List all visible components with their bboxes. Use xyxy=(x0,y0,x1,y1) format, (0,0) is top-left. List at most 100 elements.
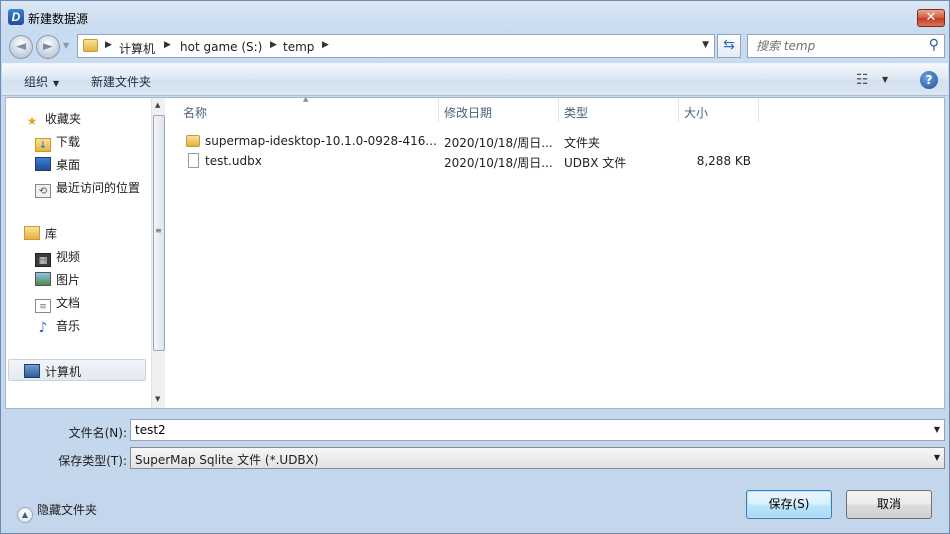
browser-area: ★ 收藏夹 ↓ 下载 桌面 ⟲ 最近访问的位置 库 ▦ 视频 图片 ≡ 文档 ♪… xyxy=(5,95,945,409)
refresh-button[interactable]: ⇆ xyxy=(717,34,741,58)
picture-icon xyxy=(35,272,51,286)
file-size: 8,288 KB xyxy=(696,154,751,168)
recent-pages-dropdown-icon[interactable]: ▼ xyxy=(63,41,69,50)
sidebar-item-videos[interactable]: ▦ 视频 xyxy=(35,248,80,267)
save-dialog: D 新建数据源 ✕ ◄ ► ▼ ▶ 计算机 ▶ hot game (S:) ▶ … xyxy=(0,0,950,534)
column-header-size[interactable]: 大小 xyxy=(684,104,708,121)
sidebar-item-downloads[interactable]: ↓ 下载 xyxy=(35,133,80,152)
scroll-up-icon[interactable]: ▲ xyxy=(155,101,160,109)
search-input[interactable] xyxy=(748,35,918,57)
view-options-icon[interactable]: ☷ xyxy=(856,72,869,88)
sidebar-item-label: 收藏夹 xyxy=(45,112,82,126)
app-icon: D xyxy=(8,9,24,25)
column-header-modified[interactable]: 修改日期 xyxy=(444,104,492,121)
file-type: UDBX 文件 xyxy=(564,156,627,170)
chevron-down-icon[interactable]: ▼ xyxy=(934,453,940,462)
help-icon[interactable]: ? xyxy=(920,71,938,89)
back-button[interactable]: ◄ xyxy=(9,35,33,59)
sidebar-item-pictures[interactable]: 图片 xyxy=(35,271,80,288)
cancel-button[interactable]: 取消 xyxy=(846,490,932,519)
sidebar-item-recent-places[interactable]: ⟲ 最近访问的位置 xyxy=(35,179,140,198)
navigation-pane: ★ 收藏夹 ↓ 下载 桌面 ⟲ 最近访问的位置 库 ▦ 视频 图片 ≡ 文档 ♪… xyxy=(6,98,151,408)
sidebar-item-documents[interactable]: ≡ 文档 xyxy=(35,294,80,313)
filename-combobox: ▼ xyxy=(130,419,945,441)
filetype-value: SuperMap Sqlite 文件 (*.UDBX) xyxy=(135,453,319,467)
sidebar-item-desktop[interactable]: 桌面 xyxy=(35,156,80,173)
save-button[interactable]: 保存(S) xyxy=(746,490,832,519)
filename-input[interactable] xyxy=(131,420,911,440)
file-name: test.udbx xyxy=(205,154,262,168)
scroll-grip-icon: ≡ xyxy=(155,226,162,235)
sidebar-item-music[interactable]: ♪ 音乐 xyxy=(35,317,80,335)
document-icon: ≡ xyxy=(35,299,51,313)
filename-label: 文件名(N): xyxy=(68,426,127,440)
chevron-up-icon: ▲ xyxy=(17,507,33,523)
forward-button[interactable]: ► xyxy=(36,35,60,59)
desktop-icon xyxy=(35,157,51,171)
sidebar-item-label: 下载 xyxy=(56,135,81,149)
column-divider[interactable] xyxy=(558,98,559,122)
breadcrumb-separator-icon[interactable]: ▶ xyxy=(322,40,329,50)
navigation-scrollbar[interactable]: ▲ ≡ ▼ xyxy=(151,98,165,408)
sidebar-item-label: 库 xyxy=(45,227,58,241)
column-divider[interactable] xyxy=(438,98,439,122)
search-box: ⚲ xyxy=(747,34,945,58)
recent-places-icon: ⟲ xyxy=(35,184,51,198)
sort-ascending-icon: ▲ xyxy=(303,95,309,103)
file-name: supermap-idesktop-10.1.0-0928-416... xyxy=(205,134,437,148)
sidebar-item-label: 视频 xyxy=(56,250,81,264)
sidebar-item-favorites[interactable]: ★ 收藏夹 xyxy=(24,110,81,128)
computer-icon xyxy=(24,364,40,378)
sidebar-item-computer[interactable]: 计算机 xyxy=(8,359,146,381)
file-list: ▲ 名称 修改日期 类型 大小 supermap-idesktop-10.1.0… xyxy=(166,95,944,408)
folder-icon xyxy=(186,135,200,147)
column-divider[interactable] xyxy=(678,98,679,122)
breadcrumb-separator-icon[interactable]: ▶ xyxy=(164,40,171,50)
new-folder-button[interactable]: 新建文件夹 xyxy=(91,73,151,90)
sidebar-item-label: 计算机 xyxy=(45,365,82,379)
title-bar: D 新建数据源 ✕ xyxy=(1,1,949,31)
organize-label: 组织 xyxy=(24,75,49,89)
hide-folders-label: 隐藏文件夹 xyxy=(37,503,98,517)
hide-folders-toggle[interactable]: ▲ 隐藏文件夹 xyxy=(17,501,97,523)
breadcrumb-temp[interactable]: temp xyxy=(283,40,314,54)
download-folder-icon: ↓ xyxy=(35,138,51,152)
chevron-down-icon: ▼ xyxy=(53,79,60,88)
filetype-select[interactable]: SuperMap Sqlite 文件 (*.UDBX) ▼ xyxy=(130,447,945,469)
view-dropdown-icon[interactable]: ▼ xyxy=(882,75,888,84)
close-button[interactable]: ✕ xyxy=(917,9,945,27)
music-icon: ♪ xyxy=(38,320,48,336)
sidebar-item-label: 桌面 xyxy=(56,158,81,172)
breadcrumb-computer[interactable]: 计算机 xyxy=(119,40,155,57)
sidebar-item-label: 文档 xyxy=(56,296,81,310)
file-modified: 2020/10/18/周日... xyxy=(444,156,553,170)
column-header-type[interactable]: 类型 xyxy=(564,104,588,121)
chevron-down-icon[interactable]: ▼ xyxy=(934,425,940,434)
scroll-down-icon[interactable]: ▼ xyxy=(155,395,160,403)
folder-icon xyxy=(83,39,98,52)
breadcrumb-drive[interactable]: hot game (S:) xyxy=(180,40,262,54)
table-row[interactable]: test.udbx 2020/10/18/周日... UDBX 文件 8,288… xyxy=(183,151,763,171)
window-title: 新建数据源 xyxy=(28,12,89,26)
address-bar[interactable]: ▶ 计算机 ▶ hot game (S:) ▶ temp ▶ ▼ xyxy=(77,34,715,58)
breadcrumb-separator-icon[interactable]: ▶ xyxy=(270,40,277,50)
sidebar-item-label: 图片 xyxy=(56,273,81,287)
column-header-name[interactable]: 名称 xyxy=(183,104,207,121)
file-modified: 2020/10/18/周日... xyxy=(444,136,553,150)
filetype-label: 保存类型(T): xyxy=(58,454,127,468)
sidebar-item-libraries[interactable]: 库 xyxy=(24,225,57,242)
video-icon: ▦ xyxy=(35,253,51,267)
library-icon xyxy=(24,226,40,240)
breadcrumb-separator-icon[interactable]: ▶ xyxy=(105,40,112,50)
table-row[interactable]: supermap-idesktop-10.1.0-0928-416... 202… xyxy=(183,131,763,151)
file-type: 文件夹 xyxy=(564,136,601,150)
file-icon xyxy=(188,153,199,168)
search-icon[interactable]: ⚲ xyxy=(929,37,939,53)
star-icon: ★ xyxy=(26,114,38,128)
column-divider[interactable] xyxy=(758,98,759,122)
organize-menu[interactable]: 组织 ▼ xyxy=(24,73,59,90)
sidebar-item-label: 音乐 xyxy=(56,319,81,333)
address-dropdown-icon[interactable]: ▼ xyxy=(702,40,709,50)
sidebar-item-label: 最近访问的位置 xyxy=(56,181,141,195)
command-toolbar: 组织 ▼ 新建文件夹 ☷ ▼ ? xyxy=(2,63,948,96)
